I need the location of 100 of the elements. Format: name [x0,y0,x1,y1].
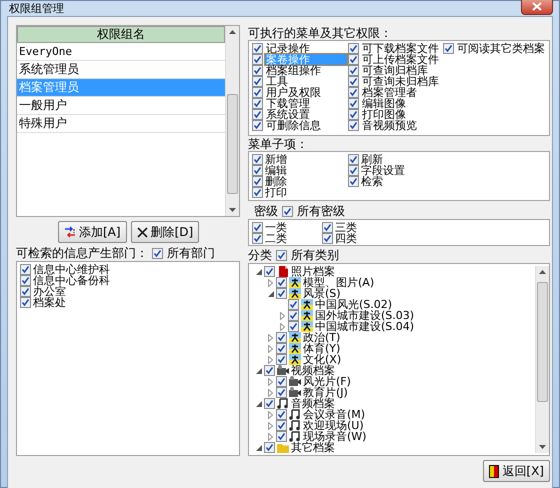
expand-arrow-icon[interactable] [268,378,273,386]
checkbox[interactable] [348,154,359,165]
collapse-arrow-icon[interactable] [256,400,262,406]
checkbox[interactable] [276,332,287,343]
scrollbar[interactable] [225,26,239,216]
tree-item[interactable]: 国外城市建设(S.03) [315,310,414,321]
tree-item[interactable]: 会议录音(M) [303,409,366,420]
expand-arrow-icon[interactable] [268,278,273,286]
collapse-arrow-icon[interactable] [268,290,274,296]
scrollbar[interactable] [535,266,549,453]
scroll-up-icon[interactable] [229,30,236,34]
checkbox[interactable] [348,120,359,131]
checkbox[interactable] [252,187,263,198]
checkbox[interactable] [348,109,359,120]
tree-item[interactable]: 风光片(F) [303,376,351,387]
checkbox[interactable] [282,206,293,216]
checkbox-label: 刷新 [361,154,383,165]
close-button[interactable] [521,0,553,15]
checkbox[interactable] [252,222,263,233]
checkbox[interactable] [276,343,287,354]
checkbox[interactable] [288,321,299,332]
scroll-down-icon[interactable] [539,445,546,449]
checkbox[interactable] [276,431,287,442]
collapse-arrow-icon[interactable] [256,368,262,374]
tree-item[interactable]: 视频档案 [291,365,335,376]
delete-button[interactable]: 删除[D] [130,221,200,243]
checkbox[interactable] [252,109,263,120]
checkbox[interactable] [443,43,454,54]
checkbox[interactable] [276,376,287,387]
expand-arrow-icon[interactable] [268,356,273,364]
checkbox[interactable] [252,43,263,54]
checkbox[interactable] [252,87,263,98]
tree-item[interactable]: 政治(T) [303,332,340,343]
checkbox[interactable] [276,288,287,299]
figure-icon [289,288,301,299]
checkbox[interactable] [252,76,263,87]
tree-item[interactable]: 中国城市建设(S.04) [315,321,414,332]
tree-item[interactable]: 音频档案 [291,398,335,409]
checkbox[interactable] [276,354,287,365]
checkbox[interactable] [348,98,359,109]
checkbox[interactable] [152,248,163,258]
checkbox[interactable] [264,442,275,453]
expand-arrow-icon[interactable] [268,344,273,352]
return-button[interactable]: 返回[X] [483,460,550,482]
expand-arrow-icon[interactable] [268,410,273,418]
group-item[interactable]: EveryOne [17,43,225,61]
tree-item[interactable]: 体育(Y) [303,343,340,354]
tree-item[interactable]: 照片档案 [291,266,335,277]
expand-arrow-icon[interactable] [268,432,273,440]
checkbox[interactable] [252,154,263,165]
collapse-arrow-icon[interactable] [256,444,262,450]
checkbox[interactable] [348,65,359,76]
expand-arrow-icon[interactable] [280,322,285,330]
checkbox[interactable] [276,409,287,420]
checkbox[interactable] [276,277,287,288]
checkbox[interactable] [20,286,31,297]
tree-item[interactable]: 风景(S) [303,288,341,299]
checkbox[interactable] [276,420,287,431]
tree-item[interactable]: 其它档案 [291,442,335,453]
checkbox[interactable] [288,310,299,321]
checkbox[interactable] [20,275,31,286]
checkbox[interactable] [276,250,287,260]
checkbox[interactable] [20,264,31,275]
tree-item[interactable]: 模型、图片(A) [303,277,374,288]
checkbox[interactable] [348,165,359,176]
checkbox[interactable] [252,165,263,176]
group-item[interactable]: 一般用户 [17,97,225,115]
checkbox[interactable] [264,365,275,376]
checkbox[interactable] [252,233,263,244]
checkbox[interactable] [348,87,359,98]
collapse-arrow-icon[interactable] [256,268,262,274]
checkbox[interactable] [20,297,31,308]
scroll-down-icon[interactable] [229,208,236,212]
checkbox[interactable] [252,65,263,76]
tree-item[interactable]: 教育片(J) [303,387,348,398]
checkbox[interactable] [264,398,275,409]
checkbox[interactable] [252,54,263,65]
checkbox[interactable] [322,233,333,244]
scroll-up-icon[interactable] [539,270,546,274]
tree-item[interactable]: 文化(X) [303,354,342,365]
expand-arrow-icon[interactable] [268,422,273,430]
tree-item[interactable]: 欢迎现场(U) [303,420,364,431]
checkbox[interactable] [348,176,359,187]
tree-item[interactable]: 现场录音(W) [303,431,366,442]
checkbox[interactable] [252,98,263,109]
checkbox[interactable] [348,54,359,65]
expand-arrow-icon[interactable] [268,388,273,396]
checkbox[interactable] [264,266,275,277]
add-button[interactable]: 添加[A] [58,221,127,243]
checkbox[interactable] [252,120,263,131]
expand-arrow-icon[interactable] [280,312,285,320]
checkbox[interactable] [348,76,359,87]
tree-item[interactable]: 中国风光(S.02) [315,299,392,310]
checkbox[interactable] [252,176,263,187]
expand-arrow-icon[interactable] [268,334,273,342]
checkbox[interactable] [322,222,333,233]
group-item[interactable]: 特殊用户 [17,115,225,133]
checkbox[interactable] [348,43,359,54]
checkbox[interactable] [288,299,299,310]
checkbox[interactable] [276,387,287,398]
